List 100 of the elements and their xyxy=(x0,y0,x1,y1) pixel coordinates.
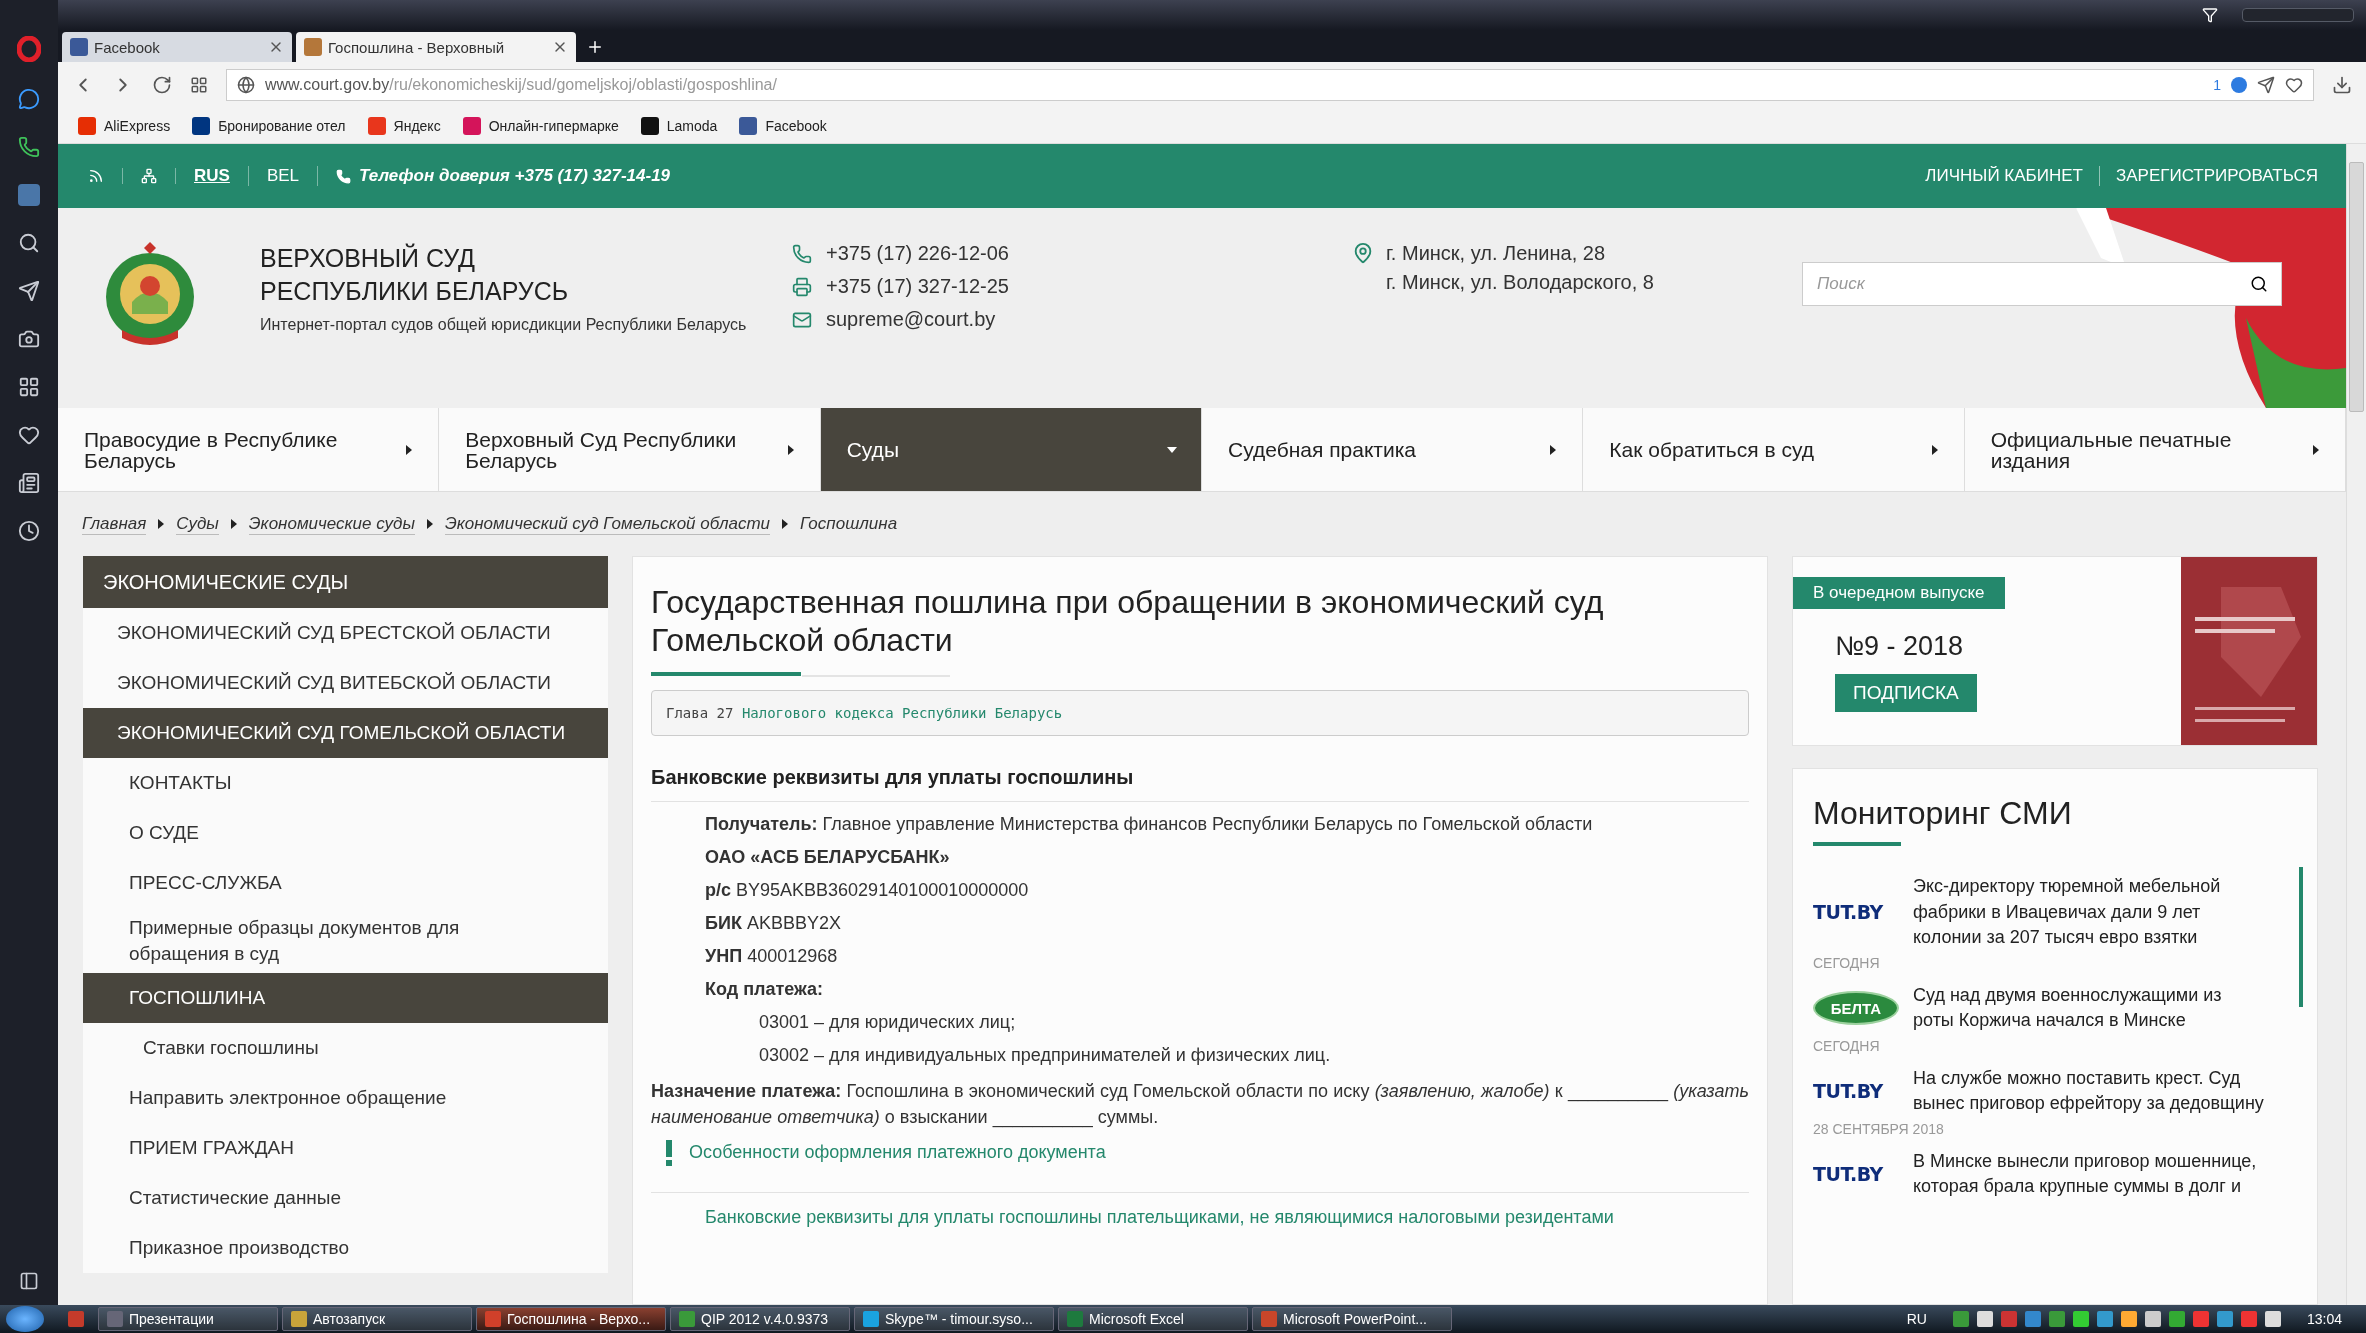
news-link[interactable]: В Минске вынесли приговор мошеннице, которая брала крупные суммы в долг и xyxy=(1913,1148,2267,1200)
tray-icon[interactable] xyxy=(2264,1311,2281,1327)
requisites-link[interactable]: Банковские реквизиты для уплаты госпошлины плательщиками, не являющимися налоговыми резидентами xyxy=(651,1191,1749,1228)
breadcrumb-link[interactable]: Суды xyxy=(176,513,219,535)
language-link[interactable]: RUS xyxy=(176,166,249,186)
tray-icon[interactable] xyxy=(2096,1311,2113,1327)
input-language[interactable]: RU xyxy=(1906,1311,1927,1327)
nav-link[interactable]: Верховный Суд Республики Беларусь xyxy=(439,408,821,491)
heart-icon[interactable] xyxy=(2285,76,2303,94)
sidebar-menu-item[interactable]: Примерные образцы документов для обращения в суд xyxy=(83,908,608,974)
reload-icon[interactable] xyxy=(152,75,172,95)
messenger-icon[interactable] xyxy=(18,88,40,110)
tray-icon[interactable] xyxy=(2144,1311,2161,1327)
sidebar-menu-item[interactable]: ПРИЕМ ГРАЖДАН xyxy=(83,1123,608,1174)
exclamation-icon xyxy=(665,1139,673,1166)
detail-text: УНП 400012968 xyxy=(705,945,839,967)
sidebar-toggle-icon[interactable] xyxy=(19,1271,39,1291)
download-icon[interactable] xyxy=(2332,75,2352,95)
opera-logo-icon[interactable] xyxy=(17,36,41,62)
send-icon[interactable] xyxy=(2257,76,2275,94)
sidebar-menu-item[interactable]: Направить электронное обращение xyxy=(83,1073,608,1124)
news-link[interactable]: Суд над двумя военнослужащими из роты Коржича начался в Минске xyxy=(1913,982,2267,1034)
news-date: СЕГОДНЯ xyxy=(1813,954,1881,971)
nav-link[interactable]: Правосудие в Республике Беларусь xyxy=(58,408,440,491)
breadcrumb-link[interactable]: Экономический суд Гомельской области xyxy=(444,513,771,535)
issue-number: №9 - 2018 xyxy=(1835,631,1964,662)
bookmark-link[interactable]: Яндекс xyxy=(367,116,441,135)
sitemap-icon[interactable] xyxy=(141,168,157,184)
account-link[interactable]: ЛИЧНЫЙ КАБИНЕТ xyxy=(1909,166,2099,186)
breadcrumb-link[interactable]: Госпошлина xyxy=(800,514,898,534)
sidebar-menu-item[interactable]: Приказное производство xyxy=(83,1223,608,1274)
tabs-grid-icon[interactable] xyxy=(190,76,208,94)
sidebar-menu-item[interactable]: ПРЕСС-СЛУЖБА xyxy=(83,858,608,908)
article-title: Государственная пошлина при обращении в экономический суд Гомельской области xyxy=(651,583,1605,660)
scrollbar-thumb[interactable] xyxy=(2299,867,2303,1007)
nav-link[interactable]: Как обратиться в суд xyxy=(1583,408,1965,491)
tray-icon[interactable] xyxy=(2072,1311,2089,1327)
taskbar-item[interactable]: QIP 2012 v.4.0.9373 xyxy=(670,1307,850,1331)
breadcrumb-link[interactable]: Главная xyxy=(82,513,147,535)
map-pin-icon xyxy=(1352,242,1374,264)
clock-text: 13:04 xyxy=(2306,1311,2342,1327)
sidebar-menu-item[interactable]: ЭКОНОМИЧЕСКИЙ СУД ГОМЕЛЬСКОЙ ОБЛАСТИ xyxy=(83,708,608,758)
taskbar-item[interactable]: Презентации xyxy=(98,1307,278,1331)
browser-tab[interactable]: Госпошлина - Верховный xyxy=(296,32,576,62)
caret-icon xyxy=(2311,443,2321,456)
start-button[interactable] xyxy=(6,1306,44,1332)
heart-icon[interactable] xyxy=(18,424,40,446)
breadcrumb-link[interactable]: Экономические суды xyxy=(248,513,415,535)
tax-code-link[interactable]: Налогового кодекса Республики Беларусь xyxy=(741,704,1063,721)
news-source-logo: TUT.BY xyxy=(1813,1163,1884,1186)
bookmark-link[interactable]: Lamoda xyxy=(640,116,718,135)
bookmark-link[interactable]: AliExpress xyxy=(78,116,171,135)
rss-icon[interactable] xyxy=(88,168,104,184)
sidebar-menu-item[interactable]: Статистические данные xyxy=(83,1173,608,1224)
tray-icon[interactable] xyxy=(2120,1311,2137,1327)
taskbar-item[interactable]: Автозапуск xyxy=(282,1307,472,1331)
chat-phone-icon[interactable] xyxy=(18,136,40,158)
taskbar-item[interactable]: Microsoft Excel xyxy=(1058,1307,1248,1331)
caret-icon xyxy=(424,518,435,530)
nav-link[interactable]: Судебная практика xyxy=(1202,408,1584,491)
sidebar-menu-item[interactable]: КОНТАКТЫ xyxy=(83,758,608,808)
tray-icon[interactable] xyxy=(1976,1311,1993,1327)
url-text: www.court.gov.by/ru/ekonomicheskij/sud/gomeljskoj/oblasti/gosposhlina/ xyxy=(265,76,778,94)
sidebar-menu-item[interactable]: ЭКОНОМИЧЕСКИЙ СУД ВИТЕБСКОЙ ОБЛАСТИ xyxy=(83,658,608,708)
account-link[interactable]: ЗАРЕГИСТРИРОВАТЬСЯ xyxy=(2098,166,2334,186)
taskbar-item[interactable]: Skype™ - timour.syso... xyxy=(854,1307,1054,1331)
sidebar-menu-item[interactable]: ГОСПОШЛИНА xyxy=(83,973,608,1024)
address-field[interactable]: www.court.gov.by/ru/ekonomicheskij/sud/gomeljskoj/oblasti/gosposhlina/ 1 xyxy=(226,69,2314,101)
document-note-link[interactable]: Особенности оформления платежного документа xyxy=(689,1142,1106,1164)
speed-dial-icon[interactable] xyxy=(18,376,40,398)
tray-icon[interactable] xyxy=(2168,1311,2185,1327)
nav-link[interactable]: Суды xyxy=(820,408,1202,491)
taskbar-item[interactable]: Госпошлина - Верхо... xyxy=(476,1307,666,1331)
search-icon[interactable] xyxy=(2250,275,2268,293)
contact-text: +375 (17) 226-12-06 xyxy=(792,242,1282,265)
news-link[interactable]: На службе можно поставить крест. Суд вынес приговор ефрейтору за дедовщину xyxy=(1913,1065,2267,1117)
history-icon[interactable] xyxy=(18,520,40,542)
sidebar-menu-item[interactable]: Ставки госпошлины xyxy=(83,1023,608,1074)
tray-icon[interactable] xyxy=(2216,1311,2233,1327)
new-tab-icon[interactable] xyxy=(586,38,604,56)
taskbar-item[interactable]: Microsoft PowerPoint... xyxy=(1252,1307,1452,1331)
camera-icon[interactable] xyxy=(18,328,40,350)
tab-title: Госпошлина - Верховный xyxy=(328,38,506,56)
news-link[interactable]: Экс-директору тюремной мебельной фабрики в Ивацевичах дали 9 лет колонии за 207 тысяч евро взятки xyxy=(1913,874,2267,951)
language-link[interactable]: BEL xyxy=(248,166,319,186)
sidebar-menu-item[interactable]: О СУДЕ xyxy=(83,808,608,858)
bookmark-link[interactable]: Бронирование отел xyxy=(192,116,346,135)
payment-purpose-text: Назначение платежа: Госпошлина в экономический суд Гомельской области по иску (заявлению, жалобе) к __________ (указать наименование ответчика) о взыскании __________ суммы. xyxy=(651,1079,1749,1130)
news-source-logo: TUT.BY xyxy=(1813,1080,1884,1103)
page-scrollbar[interactable] xyxy=(2346,144,2366,1305)
sidebar-menu-item[interactable]: ЭКОНОМИЧЕСКИЙ СУД БРЕСТСКОЙ ОБЛАСТИ xyxy=(83,608,608,658)
bookmark-link[interactable]: Facebook xyxy=(739,116,827,135)
search-icon[interactable] xyxy=(18,232,40,254)
journal-cover-drawing[interactable] xyxy=(2181,557,2317,745)
filter-icon[interactable] xyxy=(2202,7,2218,23)
news-icon[interactable] xyxy=(18,472,40,494)
bookmark-link[interactable]: Онлайн-гипермарке xyxy=(462,116,619,135)
detail-text: Код платежа: xyxy=(705,978,825,1000)
browser-tab[interactable]: Facebook xyxy=(62,32,292,62)
subscribe-button[interactable]: ПОДПИСКА xyxy=(1835,674,1977,712)
